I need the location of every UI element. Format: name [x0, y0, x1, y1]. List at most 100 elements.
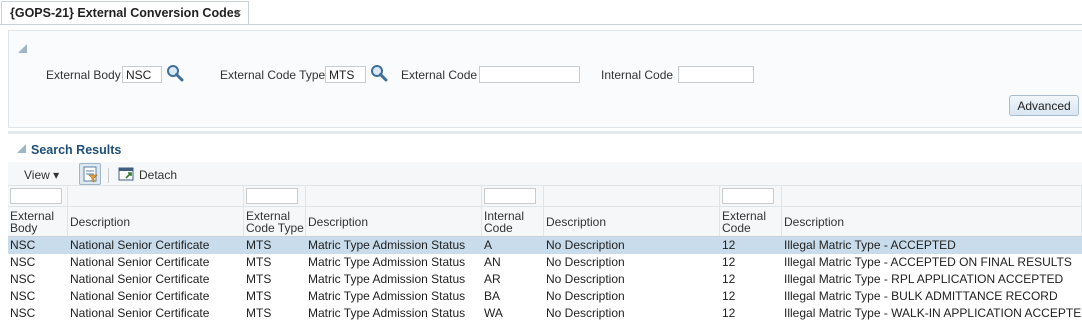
tab-bar: {GOPS-21} External Conversion Codes ×: [0, 0, 1082, 25]
table-cell: NSC: [10, 255, 36, 269]
table-cell: NSC: [10, 238, 36, 252]
table-cell: No Description: [546, 306, 625, 320]
table-cell: No Description: [546, 289, 625, 303]
table-cell: Illegal Matric Type - ACCEPTED: [784, 238, 956, 252]
column-header-label: Description: [546, 214, 607, 229]
table-row[interactable]: NSC National Senior Certificate MTS Matric …: [8, 305, 1082, 322]
table-cell: Illegal Matric Type - RPL APPLICATION AC…: [784, 272, 1064, 286]
table-cell: MTS: [246, 255, 272, 269]
table-header: External Body Description External Code Ty…: [8, 207, 1082, 237]
column-header-label: External Code: [722, 208, 767, 235]
detach-icon: [118, 167, 134, 181]
column-filter-input[interactable]: [484, 188, 536, 204]
table-cell: National Senior Certificate: [70, 289, 210, 303]
column-header-label: External Code Type: [246, 208, 304, 235]
view-menu[interactable]: View ▾: [24, 168, 59, 182]
table-cell: 12: [722, 306, 736, 320]
external-body-label: External Body: [46, 68, 121, 82]
table-cell: NSC: [10, 306, 36, 320]
table-cell: Matric Type Admission Status: [308, 306, 466, 320]
collapse-triangle-icon[interactable]: [18, 44, 27, 53]
advanced-button[interactable]: Advanced: [1009, 95, 1079, 116]
table-cell: National Senior Certificate: [70, 306, 210, 320]
column-header[interactable]: External Body: [8, 207, 68, 236]
column-header-label: Description: [784, 214, 845, 229]
filter-cell: [782, 186, 1082, 206]
column-header[interactable]: Description: [544, 207, 720, 236]
column-header[interactable]: Description: [306, 207, 482, 236]
close-icon[interactable]: ×: [234, 6, 242, 19]
table-cell: 12: [722, 255, 736, 269]
table-row[interactable]: NSC National Senior Certificate MTS Matric …: [8, 237, 1082, 254]
filter-cell: [306, 186, 482, 206]
column-filter-input[interactable]: [10, 188, 62, 204]
internal-code-input[interactable]: [678, 66, 754, 83]
external-code-type-label: External Code Type: [220, 68, 326, 82]
query-by-example-button[interactable]: [79, 163, 101, 185]
external-code-label: External Code: [401, 68, 478, 82]
search-icon[interactable]: [370, 64, 388, 82]
table-cell: No Description: [546, 238, 625, 252]
column-header-label: Internal Code: [484, 208, 525, 235]
table-cell: 12: [722, 272, 736, 286]
table-cell: BA: [484, 289, 501, 303]
table-cell: AN: [484, 255, 501, 269]
table-row[interactable]: NSC National Senior Certificate MTS Matric …: [8, 271, 1082, 288]
detach-label: Detach: [139, 168, 178, 182]
column-filter-input[interactable]: [246, 188, 298, 204]
column-filter-input[interactable]: [722, 188, 774, 204]
table-cell: No Description: [546, 255, 625, 269]
external-code-type-input[interactable]: [325, 66, 366, 83]
filter-row: [8, 185, 1082, 207]
filter-cell: [68, 186, 244, 206]
table-cell: Matric Type Admission Status: [308, 289, 466, 303]
filter-cell: [720, 186, 782, 206]
table-cell: MTS: [246, 238, 272, 252]
table-cell: NSC: [10, 289, 36, 303]
tab-title: {GOPS-21} External Conversion Codes: [10, 6, 241, 20]
table-cell: 12: [722, 238, 736, 252]
table-cell: Illegal Matric Type - ACCEPTED ON FINAL …: [784, 255, 1072, 269]
search-results-title: Search Results: [31, 143, 122, 157]
table-cell: MTS: [246, 272, 272, 286]
table-cell: AR: [484, 272, 501, 286]
column-header-label: Description: [308, 214, 369, 229]
column-header-label: Description: [70, 214, 131, 229]
filter-cell: [482, 186, 544, 206]
table-cell: WA: [484, 306, 503, 320]
table-cell: MTS: [246, 289, 272, 303]
column-header[interactable]: Internal Code: [482, 207, 544, 236]
filter-cell: [544, 186, 720, 206]
tab-external-conversion-codes[interactable]: {GOPS-21} External Conversion Codes ×: [1, 1, 249, 24]
table-cell: National Senior Certificate: [70, 238, 210, 252]
search-panel: External Body External Code Type Externa…: [8, 30, 1082, 128]
table-cell: NSC: [10, 272, 36, 286]
table-row[interactable]: NSC National Senior Certificate MTS Matric …: [8, 254, 1082, 271]
table-cell: Illegal Matric Type - BULK ADMITTANCE RE…: [784, 289, 1058, 303]
column-header-label: External Body: [10, 208, 55, 235]
table-cell: Matric Type Admission Status: [308, 255, 466, 269]
table-cell: No Description: [546, 272, 625, 286]
toolbar-divider: [108, 168, 109, 183]
filter-cell: [8, 186, 68, 206]
column-header[interactable]: External Code: [720, 207, 782, 236]
collapse-triangle-icon[interactable]: [17, 144, 26, 153]
table-cell: Illegal Matric Type - WALK-IN APPLICATIO…: [784, 306, 1082, 320]
table-cell: National Senior Certificate: [70, 272, 210, 286]
external-body-input[interactable]: [122, 66, 162, 83]
table-cell: Matric Type Admission Status: [308, 238, 466, 252]
internal-code-label: Internal Code: [601, 68, 674, 82]
external-code-input[interactable]: [479, 66, 580, 83]
search-icon[interactable]: [166, 64, 184, 82]
filter-cell: [244, 186, 306, 206]
column-header[interactable]: Description: [68, 207, 244, 236]
column-header[interactable]: External Code Type: [244, 207, 306, 236]
filter-icon: [83, 166, 98, 183]
column-header[interactable]: Description: [782, 207, 1082, 236]
table-row[interactable]: NSC National Senior Certificate MTS Matric …: [8, 288, 1082, 305]
table-cell: A: [484, 238, 493, 252]
table-cell: MTS: [246, 306, 272, 320]
table-cell: 12: [722, 289, 736, 303]
table-cell: Matric Type Admission Status: [308, 272, 466, 286]
table-cell: National Senior Certificate: [70, 255, 210, 269]
